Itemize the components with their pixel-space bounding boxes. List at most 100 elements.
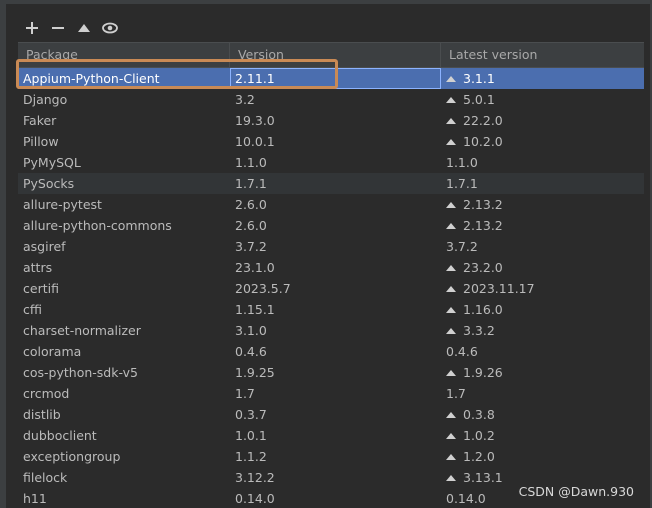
package-name-cell: Faker: [23, 113, 57, 128]
packages-panel: Package Version Latest version Appium-Py…: [0, 0, 652, 508]
installed-version-cell: 0.3.7: [235, 407, 267, 422]
installed-version-cell: 3.2: [235, 92, 255, 107]
latest-version-label: 10.2.0: [463, 134, 503, 149]
table-header: Package Version Latest version: [18, 43, 644, 68]
latest-version-label: 2.13.2: [463, 197, 503, 212]
table-row[interactable]: colorama 0.4.6 0.4.6: [18, 341, 644, 362]
table-row[interactable]: exceptiongroup 1.1.2 1.2.0: [18, 446, 644, 467]
installed-version-cell: 19.3.0: [235, 113, 275, 128]
upgrade-available-icon: [446, 97, 456, 103]
table-row[interactable]: cffi 1.15.1 1.16.0: [18, 299, 644, 320]
latest-version-cell: 10.2.0: [441, 131, 644, 152]
latest-version-label: 0.14.0: [446, 491, 486, 506]
latest-version-label: 1.7.1: [446, 176, 478, 191]
latest-version-cell: 3.3.2: [441, 320, 644, 341]
table-row[interactable]: dubboclient 1.0.1 1.0.2: [18, 425, 644, 446]
remove-package-button[interactable]: [48, 18, 68, 38]
package-name-cell: charset-normalizer: [23, 323, 141, 338]
packages-table: Package Version Latest version Appium-Py…: [18, 42, 644, 508]
table-row[interactable]: distlib 0.3.7 0.3.8: [18, 404, 644, 425]
latest-version-label: 1.9.26: [463, 365, 503, 380]
show-early-releases-button[interactable]: [100, 18, 120, 38]
latest-version-label: 0.3.8: [463, 407, 495, 422]
latest-version-cell: 2.13.2: [441, 194, 644, 215]
latest-version-label: 22.2.0: [463, 113, 503, 128]
table-row[interactable]: Faker 19.3.0 22.2.0: [18, 110, 644, 131]
upgrade-available-icon: [446, 454, 456, 460]
upgrade-available-icon: [446, 76, 456, 82]
package-name-cell: h11: [23, 491, 47, 506]
latest-version-cell: 2023.11.17: [441, 278, 644, 299]
package-name-cell: Django: [23, 92, 68, 107]
table-row[interactable]: Django 3.2 5.0.1: [18, 89, 644, 110]
column-header-latest-version[interactable]: Latest version: [441, 43, 644, 67]
package-name-cell: cos-python-sdk-v5: [23, 365, 138, 380]
table-row[interactable]: PySocks 1.7.1 1.7.1: [18, 173, 644, 194]
installed-version-cell: 2.11.1: [230, 68, 441, 89]
column-header-package[interactable]: Package: [18, 43, 230, 67]
latest-version-cell: 1.9.26: [441, 362, 644, 383]
table-row[interactable]: charset-normalizer 3.1.0 3.3.2: [18, 320, 644, 341]
package-name-cell: PyMySQL: [23, 155, 81, 170]
installed-version-cell: 1.15.1: [235, 302, 275, 317]
package-name-cell: exceptiongroup: [23, 449, 121, 464]
installed-version-cell: 3.7.2: [235, 239, 267, 254]
table-row[interactable]: PyMySQL 1.1.0 1.1.0: [18, 152, 644, 173]
latest-version-cell: 0.3.8: [441, 404, 644, 425]
package-name-cell: allure-python-commons: [23, 218, 172, 233]
latest-version-cell: 3.7.2: [441, 236, 644, 257]
latest-version-label: 2023.11.17: [463, 281, 535, 296]
upgrade-available-icon: [446, 265, 456, 271]
package-name-cell: distlib: [23, 407, 61, 422]
eye-icon: [102, 22, 118, 34]
table-row[interactable]: allure-pytest 2.6.0 2.13.2: [18, 194, 644, 215]
latest-version-label: 1.2.0: [463, 449, 495, 464]
latest-version-cell: 23.2.0: [441, 257, 644, 278]
add-package-button[interactable]: [22, 18, 42, 38]
table-row[interactable]: asgiref 3.7.2 3.7.2: [18, 236, 644, 257]
latest-version-cell: 3.1.1: [441, 68, 644, 89]
table-row[interactable]: cos-python-sdk-v5 1.9.25 1.9.26: [18, 362, 644, 383]
latest-version-label: 0.4.6: [446, 344, 478, 359]
package-name-cell: cffi: [23, 302, 42, 317]
table-row[interactable]: Pillow 10.0.1 10.2.0: [18, 131, 644, 152]
table-row[interactable]: attrs 23.1.0 23.2.0: [18, 257, 644, 278]
installed-version-cell: 23.1.0: [235, 260, 275, 275]
package-name-cell: crcmod: [23, 386, 70, 401]
latest-version-label: 1.1.0: [446, 155, 478, 170]
installed-version-cell: 1.7: [235, 386, 255, 401]
table-row[interactable]: certifi 2023.5.7 2023.11.17: [18, 278, 644, 299]
installed-version-cell: 1.7.1: [235, 176, 267, 191]
package-name-cell: asgiref: [23, 239, 66, 254]
installed-version-cell: 2023.5.7: [235, 281, 291, 296]
table-row[interactable]: allure-python-commons 2.6.0 2.13.2: [18, 215, 644, 236]
package-name-cell: filelock: [23, 470, 68, 485]
latest-version-label: 1.0.2: [463, 428, 495, 443]
table-row[interactable]: crcmod 1.7 1.7: [18, 383, 644, 404]
upgrade-available-icon: [446, 433, 456, 439]
latest-version-label: 1.7: [446, 386, 466, 401]
installed-version-cell: 10.0.1: [235, 134, 275, 149]
package-name-cell: allure-pytest: [23, 197, 102, 212]
upgrade-available-icon: [446, 202, 456, 208]
installed-version-cell: 1.0.1: [235, 428, 267, 443]
upgrade-available-icon: [446, 118, 456, 124]
upgrade-package-button[interactable]: [74, 18, 94, 38]
latest-version-cell: 2.13.2: [441, 215, 644, 236]
installed-version-cell: 2.6.0: [235, 218, 267, 233]
table-body: Appium-Python-Client 2.11.1 3.1.1 Django 3.2…: [18, 68, 644, 508]
upgrade-available-icon: [446, 370, 456, 376]
latest-version-cell: 1.1.0: [441, 152, 644, 173]
latest-version-cell: 1.7.1: [441, 173, 644, 194]
minus-icon: [52, 27, 64, 29]
latest-version-label: 3.3.2: [463, 323, 495, 338]
triangle-up-icon: [78, 24, 90, 32]
column-header-version[interactable]: Version: [230, 43, 441, 67]
table-row[interactable]: Appium-Python-Client 2.11.1 3.1.1: [18, 68, 644, 89]
upgrade-available-icon: [446, 286, 456, 292]
plus-icon: [26, 22, 38, 34]
latest-version-cell: 5.0.1: [441, 89, 644, 110]
upgrade-available-icon: [446, 307, 456, 313]
latest-version-cell: 1.0.2: [441, 425, 644, 446]
latest-version-label: 3.7.2: [446, 239, 478, 254]
